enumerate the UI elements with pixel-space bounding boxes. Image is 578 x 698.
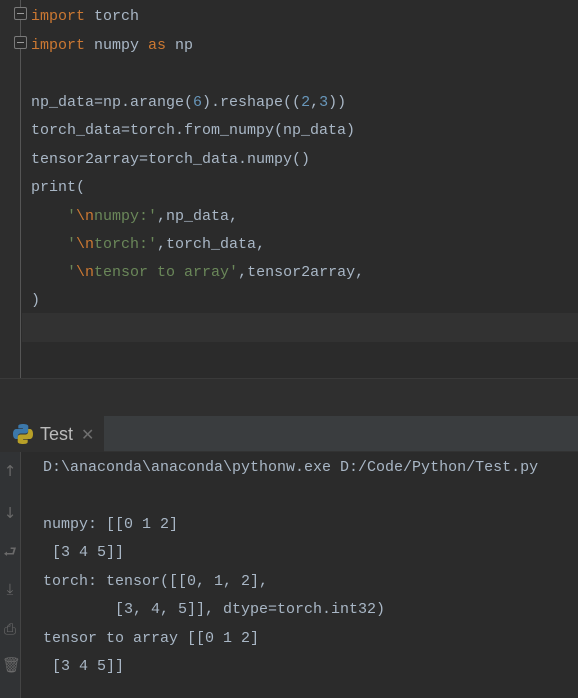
- number: 6: [193, 94, 203, 111]
- tab-test[interactable]: Test ✕: [0, 416, 104, 452]
- soft-wrap-icon[interactable]: ⮐: [2, 542, 18, 567]
- fold-icon[interactable]: [14, 7, 27, 20]
- console-line: [3 4 5]]: [43, 658, 125, 675]
- string: tensor to array': [94, 264, 239, 281]
- console-line: D:\anaconda\anaconda\pythonw.exe D:/Code…: [43, 459, 539, 476]
- keyword: as: [148, 37, 167, 54]
- python-icon: [13, 424, 33, 444]
- tab-label: Test: [40, 423, 74, 444]
- console-line: [3, 4, 5]], dtype=torch.int32): [43, 601, 386, 618]
- string: torch:': [94, 236, 158, 253]
- string: numpy:': [94, 208, 158, 225]
- code-line: ): [31, 292, 41, 309]
- fold-icon[interactable]: [14, 36, 27, 49]
- string: ': [67, 264, 77, 281]
- keyword: import: [31, 37, 86, 54]
- down-arrow-icon[interactable]: ↓: [2, 504, 18, 522]
- code-text: ,torch_data,: [157, 236, 266, 253]
- console-line: torch: tensor([[0, 1, 2],: [43, 573, 269, 590]
- code-text: ,np_data,: [157, 208, 239, 225]
- up-arrow-icon[interactable]: ↑: [2, 462, 18, 480]
- console-line: numpy: [[0 1 2]: [43, 516, 179, 533]
- console-line: [3 4 5]]: [43, 544, 125, 561]
- console-toolbar: ↑ ↓ ⮐ ⤓ ⎙ 🗑: [0, 452, 21, 698]
- code-editor[interactable]: import torch import numpy as np np_data=…: [0, 0, 578, 378]
- number: 3: [319, 94, 329, 111]
- code-line: torch_data=torch.from_numpy(np_data): [31, 122, 356, 139]
- code-text: ,tensor2array,: [238, 264, 365, 281]
- editor-gutter: [0, 0, 21, 378]
- scroll-to-end-icon[interactable]: ⤓: [2, 580, 18, 598]
- print-icon[interactable]: ⎙: [2, 620, 18, 638]
- console-line: tensor to array [[0 1 2]: [43, 630, 260, 647]
- panel-separator[interactable]: [0, 378, 578, 416]
- run-console[interactable]: ↑ ↓ ⮐ ⤓ ⎙ 🗑 D:\anaconda\anaconda\pythonw…: [0, 452, 578, 698]
- close-icon[interactable]: ✕: [81, 425, 94, 444]
- trash-icon[interactable]: 🗑: [2, 656, 21, 674]
- code-text: ,: [310, 94, 320, 111]
- code-line: '\ntorch:',torch_data,: [67, 231, 265, 259]
- code-line: import torch: [31, 3, 139, 31]
- current-line-highlight: [22, 313, 578, 342]
- number: 2: [301, 94, 311, 111]
- code-line: print(: [31, 179, 86, 196]
- code-text: torch: [85, 8, 140, 25]
- run-tab-bar: Test ✕: [0, 416, 578, 452]
- escape-sequence: \n: [76, 264, 95, 281]
- keyword: import: [31, 8, 86, 25]
- string: ': [67, 236, 77, 253]
- code-line: '\nnumpy:',np_data,: [67, 203, 238, 231]
- code-line: np_data=np.arange(6).reshape((2,3)): [31, 89, 346, 117]
- code-text: )): [328, 94, 347, 111]
- code-text: np: [166, 37, 194, 54]
- code-text: np_data=np.arange(: [31, 94, 194, 111]
- code-line: '\ntensor to array',tensor2array,: [67, 259, 364, 287]
- code-text: numpy: [85, 37, 149, 54]
- escape-sequence: \n: [76, 208, 95, 225]
- code-line: tensor2array=torch_data.numpy(): [31, 151, 311, 168]
- code-line: import numpy as np: [31, 32, 193, 60]
- string: ': [67, 208, 77, 225]
- code-text: ).reshape((: [202, 94, 302, 111]
- escape-sequence: \n: [76, 236, 95, 253]
